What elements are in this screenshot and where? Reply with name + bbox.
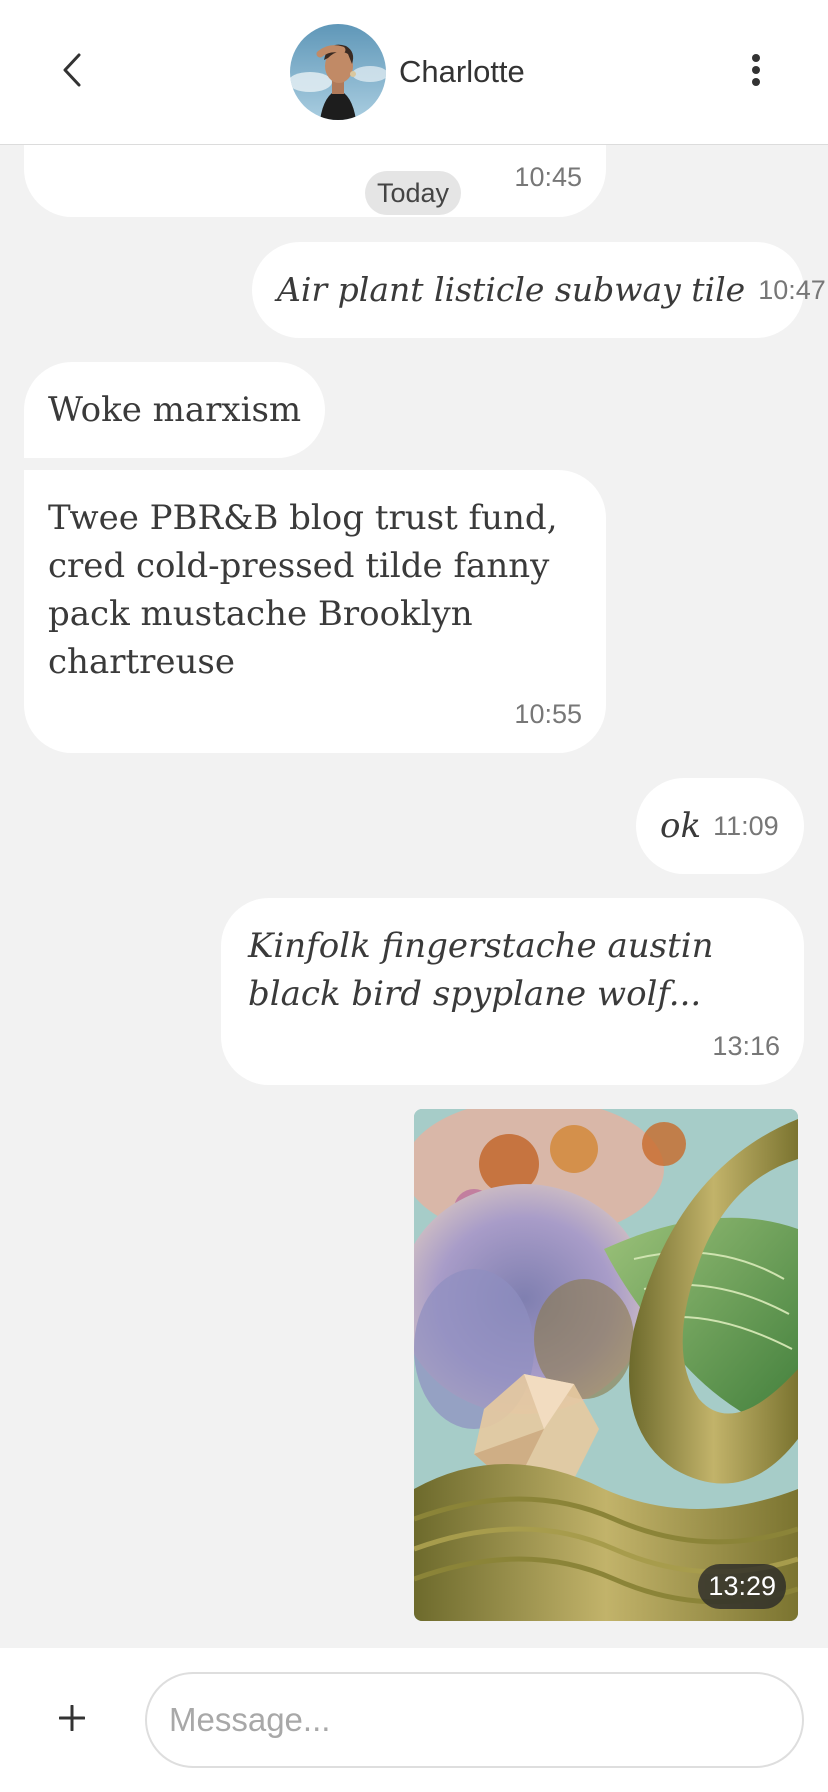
message-bubble-incoming[interactable]: 10:45 <box>24 145 606 217</box>
avatar[interactable] <box>290 24 386 120</box>
date-separator: Today <box>365 171 462 215</box>
more-vertical-icon <box>752 54 760 86</box>
message-text: Woke marxism <box>48 390 302 430</box>
message-text: Air plant listicle subway tile <box>277 270 746 309</box>
message-time: 11:09 <box>713 810 779 841</box>
message-bubble-outgoing[interactable]: Air plant listicle subway tile 10:47 <box>252 242 826 338</box>
plus-icon <box>59 1705 85 1731</box>
message-time: 13:16 <box>712 1031 780 1061</box>
chevron-left-icon <box>63 53 81 87</box>
message-time: 10:47 <box>758 274 826 305</box>
message-input[interactable] <box>145 1672 804 1768</box>
message-text: ok <box>660 806 702 846</box>
message-bubble-incoming[interactable]: Twee PBR&B blog trust fund, cred cold-pr… <box>24 470 606 753</box>
message-time: 13:29 <box>698 1564 786 1609</box>
message-bubble-outgoing[interactable]: ok 11:09 <box>636 778 804 874</box>
shared-photo <box>414 1109 798 1621</box>
contact-name[interactable]: Charlotte <box>399 50 525 94</box>
message-list[interactable]: 10:45 Today Air plant listicle subway ti… <box>0 145 828 1648</box>
image-message[interactable]: 13:29 <box>414 1109 798 1621</box>
message-bubble-incoming[interactable]: Woke marxism <box>24 362 325 458</box>
back-button[interactable] <box>50 48 94 92</box>
attach-button[interactable] <box>50 1696 94 1740</box>
message-time: 10:55 <box>514 699 582 729</box>
chat-header: Charlotte <box>0 0 828 145</box>
message-text: Kinfolk fingerstache austin black bird s… <box>248 926 714 1014</box>
message-time: 10:45 <box>514 162 582 192</box>
message-composer <box>0 1648 828 1792</box>
more-options-button[interactable] <box>734 48 778 92</box>
message-bubble-outgoing[interactable]: Kinfolk fingerstache austin black bird s… <box>221 898 804 1085</box>
message-text: Twee PBR&B blog trust fund, cred cold-pr… <box>48 498 558 682</box>
